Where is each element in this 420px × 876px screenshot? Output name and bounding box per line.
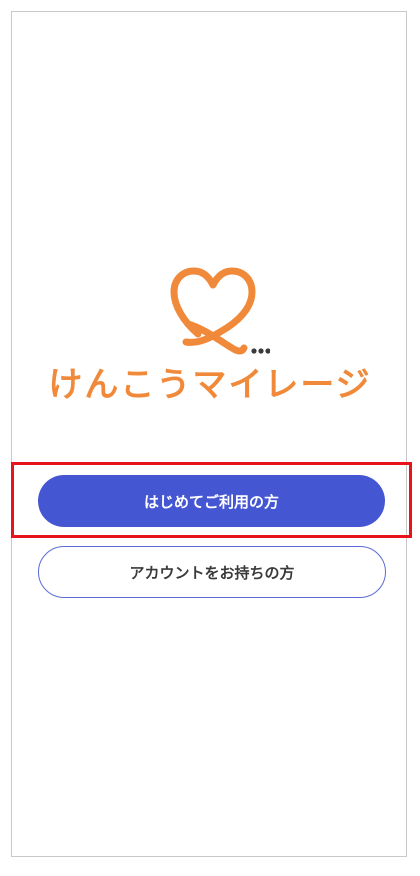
- app-title: けんこうマイレージ: [48, 365, 372, 405]
- heart-ribbon-icon: [170, 267, 270, 355]
- first-time-user-button[interactable]: はじめてご利用の方: [38, 475, 385, 527]
- app-screen: [11, 11, 407, 857]
- existing-account-button[interactable]: アカウントをお持ちの方: [38, 546, 386, 598]
